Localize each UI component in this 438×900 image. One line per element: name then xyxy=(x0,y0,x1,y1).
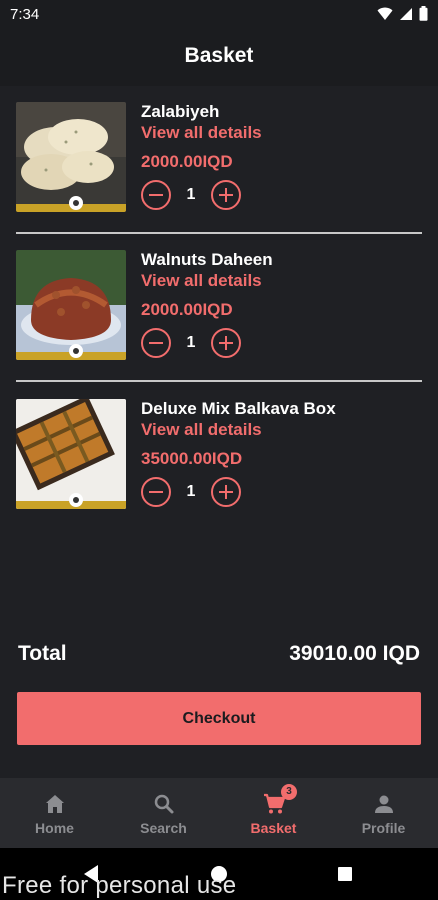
status-time: 7:34 xyxy=(10,6,40,23)
product-price: 35000.00IQD xyxy=(141,449,243,468)
bottom-nav: Home Search 3 Basket Profile xyxy=(0,778,438,848)
product-name: Walnuts Daheen xyxy=(141,250,273,269)
checkout-button[interactable]: Checkout xyxy=(17,692,421,745)
quantity-stepper: 1 xyxy=(141,328,251,358)
person-icon xyxy=(374,795,393,813)
quantity-value: 1 xyxy=(186,483,196,500)
quantity-value: 1 xyxy=(186,186,196,203)
nav-label: Search xyxy=(140,820,187,836)
decrease-quantity-button[interactable] xyxy=(141,477,171,507)
plus-icon-vertical xyxy=(224,336,227,350)
home-icon xyxy=(45,795,64,813)
item-divider xyxy=(16,380,422,382)
increase-quantity-button[interactable] xyxy=(211,180,241,210)
nav-item-profile[interactable]: Profile xyxy=(329,778,438,848)
app-header: Basket xyxy=(0,28,438,86)
view-details-link[interactable]: View all details xyxy=(141,420,262,440)
view-details-link[interactable]: View all details xyxy=(141,123,262,143)
plus-icon-vertical xyxy=(224,188,227,202)
basket-item: Zalabiyeh View all details 2000.00IQD 1 xyxy=(0,86,438,234)
product-image-baklava-box[interactable] xyxy=(16,399,126,509)
recents-icon[interactable] xyxy=(337,866,353,882)
increase-quantity-button[interactable] xyxy=(211,477,241,507)
cart-count-badge: 3 xyxy=(281,784,297,800)
product-price: 2000.00IQD xyxy=(141,300,233,319)
basket-item: Walnuts Daheen View all details 2000.00I… xyxy=(0,234,438,382)
quantity-stepper: 1 xyxy=(141,180,251,210)
nav-label: Profile xyxy=(361,820,406,836)
product-name: Deluxe Mix Balkava Box xyxy=(141,399,336,418)
nav-label: Home xyxy=(35,820,74,836)
wifi-icon xyxy=(377,7,393,20)
total-value: 39010.00 IQD xyxy=(289,642,420,665)
increase-quantity-button[interactable] xyxy=(211,328,241,358)
decrease-quantity-button[interactable] xyxy=(141,180,171,210)
quantity-stepper: 1 xyxy=(141,477,251,507)
status-bar: 7:34 xyxy=(0,0,438,28)
page-title: Basket xyxy=(184,44,254,67)
nav-label: Basket xyxy=(250,820,297,836)
product-image-zalabiyeh[interactable] xyxy=(16,102,126,212)
search-icon xyxy=(154,794,173,814)
decrease-quantity-button[interactable] xyxy=(141,328,171,358)
total-label: Total xyxy=(18,642,67,665)
nav-item-search[interactable]: Search xyxy=(109,778,218,848)
quantity-value: 1 xyxy=(186,334,196,351)
signal-icon xyxy=(400,7,412,20)
nav-item-basket[interactable]: 3 Basket xyxy=(219,778,328,848)
product-name: Zalabiyeh xyxy=(141,102,220,121)
minus-icon xyxy=(149,193,163,196)
product-price: 2000.00IQD xyxy=(141,152,233,171)
minus-icon xyxy=(149,490,163,493)
basket-item: Deluxe Mix Balkava Box View all details … xyxy=(0,383,438,531)
nav-item-home[interactable]: Home xyxy=(0,778,109,848)
product-image-walnuts-daheen[interactable] xyxy=(16,250,126,360)
watermark-text: Free for personal use xyxy=(2,872,237,899)
status-icons xyxy=(377,6,428,21)
minus-icon xyxy=(149,341,163,344)
battery-icon xyxy=(419,6,428,21)
view-details-link[interactable]: View all details xyxy=(141,271,262,291)
plus-icon-vertical xyxy=(224,485,227,499)
